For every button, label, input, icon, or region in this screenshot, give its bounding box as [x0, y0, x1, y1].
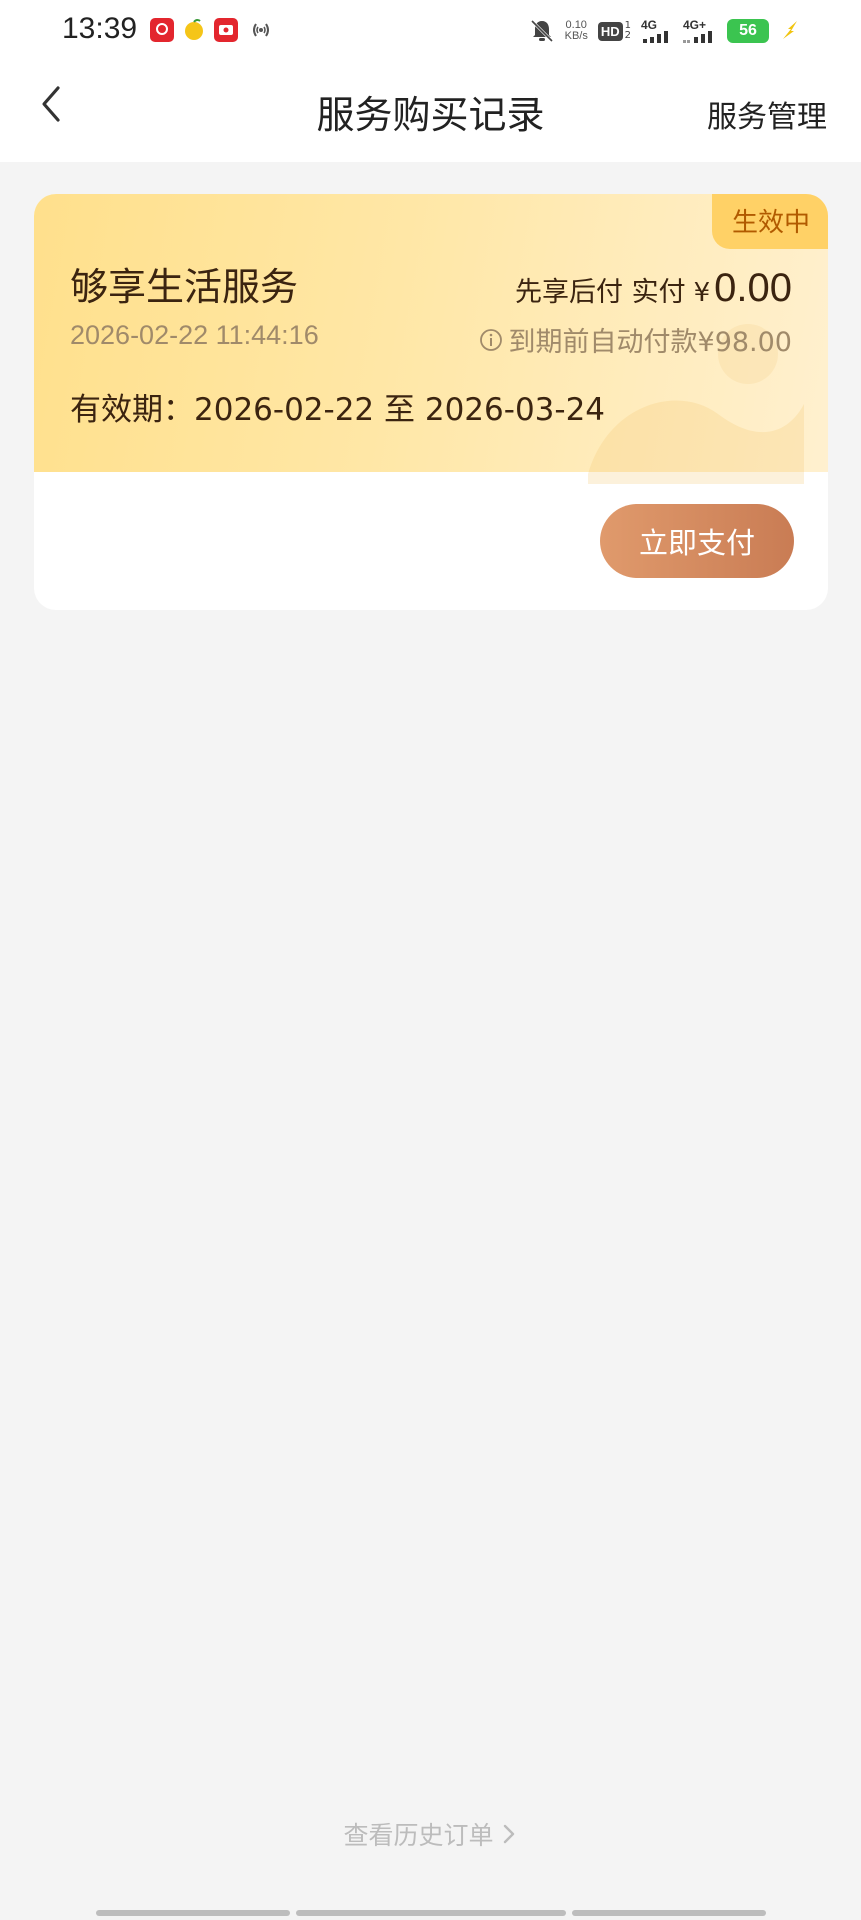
validity-period: 有效期：2026-02-22 至 2026-03-24 [70, 392, 606, 428]
signal-bars-icon [683, 31, 712, 43]
auto-pay-note[interactable]: 到期前自动付款¥98.00 [479, 320, 792, 359]
hd-sim-numbers: 1 2 [625, 21, 631, 41]
signal-sim2-label: 4G+ [683, 18, 707, 32]
history-link-label: 查看历史订单 [343, 1821, 494, 1850]
pinduoduo-app-icon [150, 18, 174, 42]
network-speed-unit: KB/s [564, 30, 588, 42]
pay-now-button[interactable]: 立即支付 [600, 504, 794, 578]
auto-pay-text: 到期前自动付款¥98.00 [508, 327, 792, 358]
price-value: 0.00 [714, 266, 792, 310]
battery-indicator: 56 [727, 19, 769, 43]
gesture-bar-segment [296, 1910, 566, 1916]
view-history-orders-link[interactable]: 查看历史订单 [0, 1816, 861, 1852]
status-time: 13:39 [62, 12, 138, 45]
status-bar: 13:39 0.10 KB/s HD 1 2 4G 4G+ 56 [0, 0, 861, 62]
service-purchase-records-page: 13:39 0.10 KB/s HD 1 2 4G 4G+ 56 服务购买记录 … [0, 0, 861, 1920]
hd-voice-badge: HD 1 2 [597, 21, 631, 41]
signal-bars-icon [643, 31, 668, 43]
mute-bell-icon [530, 19, 553, 43]
hd-label: HD [597, 21, 623, 41]
video-app-icon [214, 18, 238, 42]
gesture-bar-segment [96, 1910, 290, 1916]
info-icon[interactable] [479, 328, 503, 352]
status-badge: 生效中 [711, 194, 828, 249]
service-record-card: 生效中 够享生活服务 2026-02-22 11:44:16 先享后付 实付 ¥… [34, 194, 828, 610]
signal-sim1: 4G [641, 19, 673, 43]
chevron-right-icon [503, 1824, 514, 1844]
price-currency: ¥ [693, 278, 711, 308]
signal-sim2: 4G+ [683, 19, 717, 43]
navigation-bar: 服务购买记录 服务管理 [0, 62, 861, 162]
service-name: 够享生活服务 [70, 265, 299, 309]
gesture-bar-segment [572, 1910, 766, 1916]
price-line: 先享后付 实付 ¥ 0.00 [515, 266, 792, 311]
fruit-app-icon [182, 18, 206, 42]
charging-icon [783, 21, 797, 39]
signal-sim1-label: 4G [641, 18, 658, 32]
status-indicators: 0.10 KB/s HD 1 2 4G 4G+ 56 [529, 14, 801, 48]
card-header: 生效中 够享生活服务 2026-02-22 11:44:16 先享后付 实付 ¥… [34, 194, 828, 484]
service-management-link[interactable]: 服务管理 [707, 92, 827, 136]
hd-sup-bottom: 2 [624, 30, 631, 41]
gesture-navigation-bar[interactable] [96, 1910, 766, 1916]
network-speed: 0.10 KB/s [565, 20, 588, 42]
price-label: 先享后付 实付 [515, 277, 686, 308]
hotspot-icon [248, 18, 272, 42]
purchase-time: 2026-02-22 11:44:16 [70, 320, 319, 350]
